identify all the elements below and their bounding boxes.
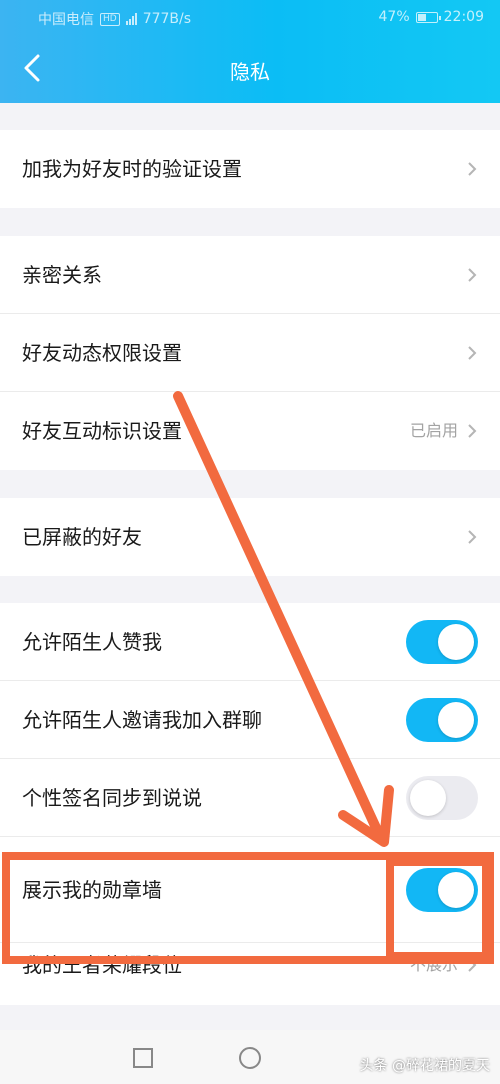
row-label: 好友互动标识设置 bbox=[22, 419, 182, 443]
toggle-switch[interactable] bbox=[406, 620, 478, 664]
row-sync-signature: 个性签名同步到说说 bbox=[0, 759, 500, 837]
battery-percent: 47% bbox=[378, 9, 410, 25]
row-intimate-relationship[interactable]: 亲密关系 bbox=[0, 236, 500, 314]
row-label: 已屏蔽的好友 bbox=[22, 525, 142, 549]
chevron-right-icon bbox=[468, 958, 477, 972]
row-label: 好友动态权限设置 bbox=[22, 341, 182, 365]
toggle-knob bbox=[438, 872, 474, 908]
recent-apps-icon[interactable] bbox=[132, 1047, 154, 1069]
watermark-text: 头条 @碎花裙的夏天 bbox=[359, 1058, 490, 1074]
row-blocked-friends[interactable]: 已屏蔽的好友 bbox=[0, 498, 500, 576]
section-toggles: 允许陌生人赞我 允许陌生人邀请我加入群聊 个性签名同步到说说 展示我的勋章墙 我… bbox=[0, 603, 500, 1005]
battery-icon bbox=[415, 11, 441, 23]
row-label: 亲密关系 bbox=[22, 263, 102, 287]
toggle-knob bbox=[410, 780, 446, 816]
toggle-switch[interactable] bbox=[406, 698, 478, 742]
section-verification: 加我为好友时的验证设置 bbox=[0, 130, 500, 208]
status-bar: 中国电信 HD 777B/s 47% 22:09 bbox=[0, 0, 500, 36]
chevron-right-icon bbox=[468, 162, 477, 176]
row-allow-stranger-likes: 允许陌生人赞我 bbox=[0, 603, 500, 681]
chevron-right-icon bbox=[468, 346, 477, 360]
signal-icon bbox=[125, 13, 137, 25]
row-value: 已启用 bbox=[409, 421, 458, 440]
toggle-switch[interactable] bbox=[406, 868, 478, 912]
section-blocked: 已屏蔽的好友 bbox=[0, 498, 500, 576]
row-friend-verification[interactable]: 加我为好友时的验证设置 bbox=[0, 130, 500, 208]
toggle-knob bbox=[438, 702, 474, 738]
hd-badge: HD bbox=[100, 12, 120, 26]
toggle-switch[interactable] bbox=[406, 776, 478, 820]
row-label: 允许陌生人赞我 bbox=[22, 630, 162, 654]
chevron-right-icon bbox=[468, 530, 477, 544]
page-title: 隐私 bbox=[230, 60, 270, 84]
chevron-right-icon bbox=[468, 424, 477, 438]
row-interaction-badges[interactable]: 好友互动标识设置 已启用 bbox=[0, 392, 500, 470]
row-label: 加我为好友时的验证设置 bbox=[22, 157, 242, 181]
row-value: 不展示 bbox=[409, 955, 458, 974]
home-circle-icon[interactable] bbox=[238, 1046, 262, 1070]
row-label: 展示我的勋章墙 bbox=[22, 878, 162, 902]
network-speed: 777B/s bbox=[142, 11, 192, 27]
row-show-medal-wall: 展示我的勋章墙 bbox=[0, 837, 500, 943]
chevron-right-icon bbox=[468, 268, 477, 282]
row-label: 我的王者荣耀段位 bbox=[22, 953, 182, 977]
row-label: 允许陌生人邀请我加入群聊 bbox=[22, 708, 262, 732]
toggle-knob bbox=[438, 624, 474, 660]
row-feed-permissions[interactable]: 好友动态权限设置 bbox=[0, 314, 500, 392]
section-relations: 亲密关系 好友动态权限设置 好友互动标识设置 已启用 bbox=[0, 236, 500, 470]
row-allow-stranger-group-invite: 允许陌生人邀请我加入群聊 bbox=[0, 681, 500, 759]
carrier-name: 中国电信 bbox=[38, 12, 94, 28]
header-bar: 中国电信 HD 777B/s 47% 22:09 隐私 bbox=[0, 0, 500, 103]
row-honor-of-kings-rank[interactable]: 我的王者荣耀段位 不展示 bbox=[0, 943, 500, 1005]
clock: 22:09 bbox=[443, 9, 484, 25]
row-label: 个性签名同步到说说 bbox=[22, 786, 202, 810]
